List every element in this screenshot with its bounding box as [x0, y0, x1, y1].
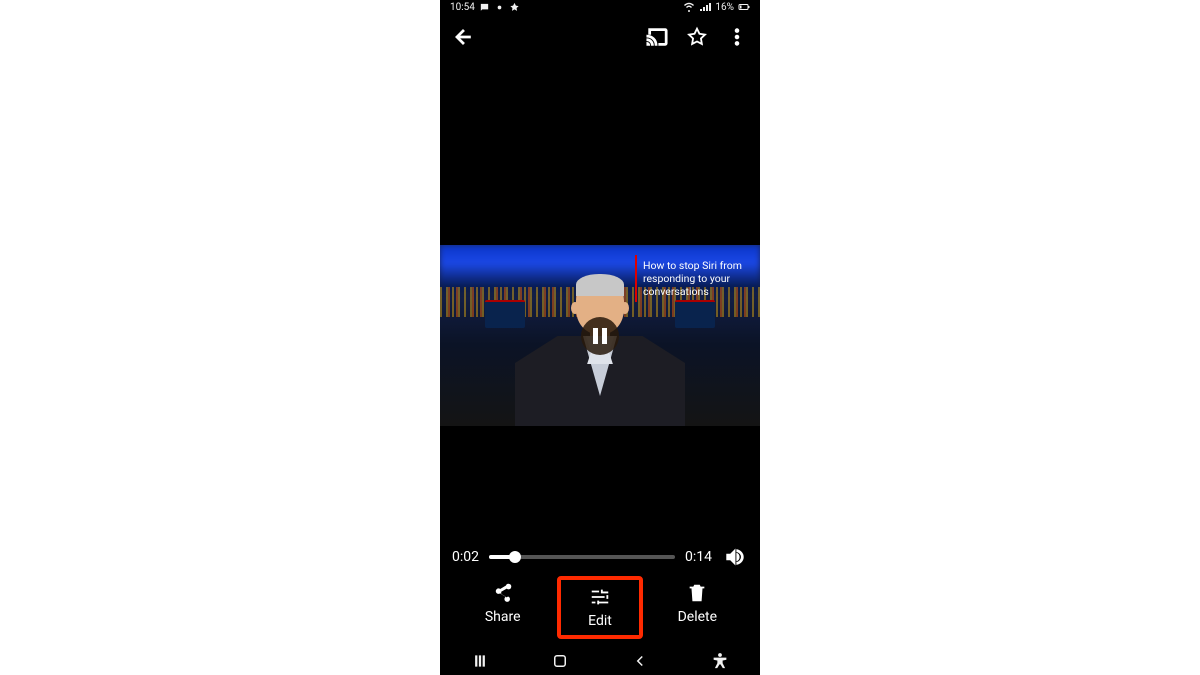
playback-bar: 0:02 0:14 — [440, 544, 760, 570]
pause-button[interactable] — [581, 317, 619, 355]
wifi-icon — [683, 1, 695, 13]
trash-icon — [686, 582, 708, 604]
delete-button[interactable]: Delete — [658, 576, 736, 631]
back-button[interactable] — [450, 24, 476, 50]
chat-icon — [479, 2, 490, 13]
pause-icon — [593, 328, 607, 344]
status-bar: 10:54 16% — [440, 0, 760, 14]
app-icon — [509, 2, 520, 13]
status-left: 10:54 — [450, 2, 520, 13]
delete-label: Delete — [678, 609, 717, 625]
battery-percent: 16% — [715, 2, 734, 13]
seek-track[interactable] — [489, 555, 675, 559]
home-button[interactable] — [547, 648, 573, 674]
recents-button[interactable] — [467, 648, 493, 674]
system-nav-bar — [440, 647, 760, 675]
share-button[interactable]: Share — [464, 576, 542, 631]
elapsed-time: 0:02 — [452, 549, 479, 565]
more-button[interactable] — [724, 24, 750, 50]
signal-icon — [699, 1, 711, 13]
volume-button[interactable] — [722, 544, 748, 570]
status-time: 10:54 — [450, 2, 475, 13]
favorite-icon[interactable] — [684, 24, 710, 50]
tune-icon — [589, 586, 611, 608]
cast-icon[interactable] — [644, 24, 670, 50]
top-bar — [440, 14, 760, 60]
share-label: Share — [485, 609, 521, 625]
edit-label: Edit — [588, 613, 612, 629]
accessibility-button[interactable] — [707, 648, 733, 674]
seek-thumb[interactable] — [509, 551, 521, 563]
edit-button[interactable]: Edit — [557, 576, 643, 639]
gear-icon — [494, 2, 505, 13]
status-right: 16% — [683, 1, 750, 13]
video-frame[interactable]: How to stop Siri from responding to your… — [440, 245, 760, 426]
phone-screen: 10:54 16% — [440, 0, 760, 675]
total-time: 0:14 — [685, 549, 712, 565]
bottom-actions: Share Edit Delete — [440, 576, 760, 639]
share-icon — [492, 582, 514, 604]
battery-icon — [738, 1, 750, 13]
video-caption: How to stop Siri from responding to your… — [635, 255, 752, 302]
back-nav-button[interactable] — [627, 648, 653, 674]
